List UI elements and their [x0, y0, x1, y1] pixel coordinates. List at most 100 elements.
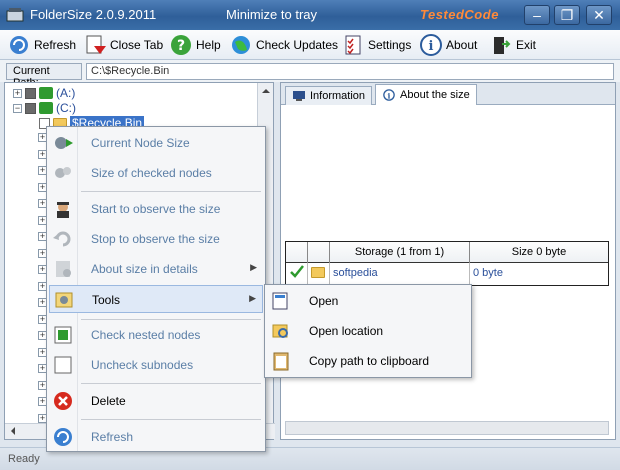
node-checkbox[interactable]: [25, 102, 36, 114]
close-tab-button[interactable]: Close Tab: [84, 33, 163, 57]
node-checkbox[interactable]: [25, 87, 36, 99]
details-horizontal-scrollbar[interactable]: [285, 421, 609, 435]
checkmark-icon: [290, 265, 304, 278]
folder-icon: [311, 267, 325, 278]
tab-strip: Information i About the size: [281, 83, 615, 105]
exit-door-icon: [494, 37, 511, 54]
menu-item-label: Uncheck subnodes: [91, 358, 194, 372]
exit-button[interactable]: Exit: [490, 33, 536, 57]
menu-item-label: Size of checked nodes: [91, 166, 212, 180]
tab-information[interactable]: Information: [285, 86, 373, 105]
tools-submenu: Open Open location Copy path to clipboar…: [264, 284, 472, 378]
refresh-icon: [54, 428, 72, 446]
tools-icon: [55, 292, 73, 308]
menu-item-check-nested[interactable]: Check nested nodes: [49, 321, 263, 349]
delete-icon: [54, 392, 72, 410]
menu-item-stop-observe[interactable]: Stop to observe the size: [49, 225, 263, 253]
submenu-item-copy-path[interactable]: Copy path to clipboard: [267, 347, 469, 375]
submenu-item-open-location[interactable]: Open location: [267, 317, 469, 345]
panel-splitter[interactable]: [276, 82, 279, 440]
app-icon: [6, 8, 24, 22]
spy-icon: [57, 202, 69, 218]
menu-item-tools[interactable]: Tools ▶: [49, 285, 263, 313]
monitor-icon: [293, 91, 305, 101]
row-size: 0 byte: [473, 267, 503, 279]
help-button[interactable]: ? Help: [170, 33, 221, 57]
table-row[interactable]: softpedia 0 byte: [286, 263, 608, 285]
close-icon: ✕: [593, 7, 605, 23]
scroll-left-icon[interactable]: [5, 424, 21, 438]
open-icon: [272, 292, 288, 310]
clipboard-icon: [273, 352, 289, 371]
gears-gray-icon: [55, 167, 71, 178]
tab-about-size-label: About the size: [400, 89, 470, 101]
check-updates-button[interactable]: Check Updates: [230, 33, 338, 57]
help-label: Help: [196, 38, 221, 52]
svg-text:i: i: [429, 39, 434, 54]
submenu-item-label: Open: [309, 294, 339, 308]
menu-item-about-size-details[interactable]: About size in details ▶: [49, 255, 263, 283]
tree-node-c[interactable]: − (C:): [13, 100, 76, 116]
row-storage-name: softpedia: [330, 263, 470, 285]
tree-node-label: (C:): [56, 101, 76, 115]
collapse-icon[interactable]: −: [13, 103, 22, 113]
info-icon: i: [383, 89, 395, 101]
grid-header: Storage (1 from 1) Size 0 byte: [286, 242, 608, 263]
scroll-up-icon[interactable]: [258, 83, 274, 99]
menu-item-start-observe[interactable]: Start to observe the size: [49, 195, 263, 223]
menu-item-current-node-size[interactable]: Current Node Size: [49, 129, 263, 157]
about-button[interactable]: i About: [420, 33, 477, 57]
header-icon-col: [308, 242, 330, 263]
menu-item-size-checked[interactable]: Size of checked nodes: [49, 159, 263, 187]
status-text: Ready: [8, 453, 40, 465]
uncheck-icon: [54, 356, 72, 374]
menu-item-label: Refresh: [91, 430, 134, 444]
submenu-item-open[interactable]: Open: [267, 287, 469, 315]
maximize-button[interactable]: ❐: [554, 5, 580, 25]
expander-icon[interactable]: +: [13, 88, 22, 98]
close-button[interactable]: ✕: [586, 5, 612, 25]
svg-text:?: ?: [177, 38, 185, 54]
menu-separator: [81, 319, 261, 320]
tab-about-size[interactable]: i About the size: [375, 84, 477, 105]
context-menu: Current Node Size Size of checked nodes …: [46, 126, 266, 452]
menu-item-uncheck-subnodes[interactable]: Uncheck subnodes: [49, 351, 263, 379]
storage-grid: Storage (1 from 1) Size 0 byte softpedia…: [285, 241, 609, 286]
details-panel: Information i About the size Storage (1 …: [280, 82, 616, 440]
refresh-label: Refresh: [34, 38, 77, 52]
row-icon-cell: [308, 263, 330, 285]
toolbar: Refresh Close Tab ? Help Check Updates S…: [0, 30, 620, 60]
submenu-item-label: Copy path to clipboard: [309, 354, 430, 368]
refresh-icon: [10, 36, 28, 54]
header-storage[interactable]: Storage (1 from 1): [330, 242, 470, 263]
drive-icon: [39, 102, 53, 114]
menu-item-label: About size in details: [91, 262, 198, 276]
menu-item-delete[interactable]: Delete: [49, 387, 263, 415]
header-size[interactable]: Size 0 byte: [470, 242, 608, 263]
menu-separator: [81, 191, 261, 192]
current-path-field[interactable]: C:\$Recycle.Bin: [86, 63, 614, 80]
menu-item-label: Delete: [91, 394, 126, 408]
exit-label: Exit: [516, 38, 537, 52]
menu-separator: [81, 383, 261, 384]
drive-icon: [39, 87, 53, 99]
minimize-to-tray-button[interactable]: Minimize to tray: [226, 7, 317, 22]
tree-node-label: (A:): [56, 86, 76, 100]
open-location-icon: [272, 324, 288, 338]
menu-item-refresh[interactable]: Refresh: [49, 423, 263, 451]
about-label: About: [446, 38, 478, 52]
path-bar: Current Path: C:\$Recycle.Bin: [0, 60, 620, 89]
undo-icon: [53, 231, 71, 247]
submenu-item-label: Open location: [309, 324, 384, 338]
window-title: FolderSize 2.0.9.2011: [30, 7, 157, 22]
row-check-cell: [286, 263, 308, 285]
tab-information-label: Information: [310, 90, 366, 102]
settings-label: Settings: [368, 38, 412, 52]
settings-button[interactable]: Settings: [342, 33, 411, 57]
tree-node-a[interactable]: + (A:): [13, 85, 75, 101]
minimize-button[interactable]: –: [524, 5, 550, 25]
menu-separator: [81, 419, 261, 420]
close-tab-label: Close Tab: [110, 38, 164, 52]
help-icon: ?: [171, 35, 191, 55]
refresh-button[interactable]: Refresh: [8, 33, 76, 57]
